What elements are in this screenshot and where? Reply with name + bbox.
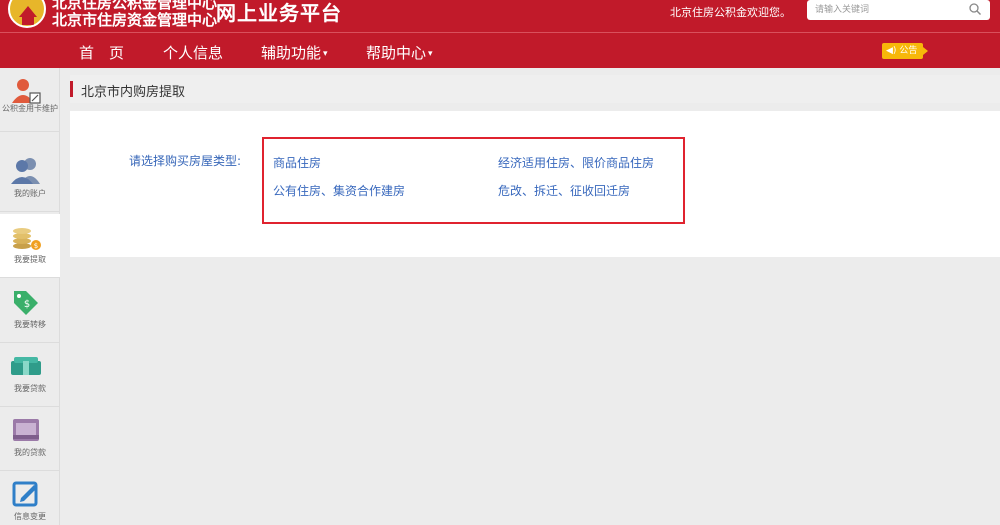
sidebar-label: 我要提取 — [14, 255, 46, 264]
sidebar-label: 我的账户 — [14, 189, 46, 198]
users-icon — [11, 158, 40, 184]
sidebar-label: 公积金用卡维护 — [2, 104, 58, 113]
page-title: 北京市内购房提取 — [81, 85, 186, 100]
speaker-icon: ◀) — [886, 46, 897, 56]
svg-text:$: $ — [34, 242, 38, 250]
option-commercial-housing[interactable]: 商品住房 — [273, 154, 321, 171]
sidebar-item-transfer[interactable]: $ 我要转移 — [0, 279, 60, 343]
platform-title: 网上业务平台 — [216, 1, 342, 25]
search-box — [807, 0, 990, 20]
user-card-edit-icon — [12, 79, 41, 104]
money-tag-icon: $ — [14, 291, 38, 315]
sidebar-label: 我要贷款 — [14, 384, 46, 393]
nav-home-label: 首 页 — [79, 44, 125, 62]
edit-icon — [12, 481, 38, 507]
house-type-panel: 请选择购买房屋类型: 商品住房 经济适用住房、限价商品住房 公有住房、集资合作建… — [70, 111, 1000, 257]
svg-text:$: $ — [24, 299, 30, 310]
chevron-down-icon: ▾ — [428, 48, 433, 59]
option-public-housing[interactable]: 公有住房、集资合作建房 — [273, 182, 405, 199]
top-header: 北京住房公积金管理中心 北京市住房资金管理中心 网上业务平台 北京住房公积金欢迎… — [0, 0, 1000, 32]
nav-help-center[interactable]: 帮助中心 ▾ — [366, 42, 433, 63]
sidebar-label: 我的贷款 — [14, 448, 46, 457]
house-type-options: 商品住房 经济适用住房、限价商品住房 公有住房、集资合作建房 危改、拆迁、征收回… — [262, 137, 685, 224]
notice-button[interactable]: ◀) 公告 — [882, 43, 929, 59]
search-icon[interactable] — [968, 2, 982, 16]
sidebar: 公积金用卡维护 我的账户 $ 我要提取 $ 我要转移 我要贷款 我的贷款 信息变… — [0, 68, 60, 525]
welcome-text: 北京住房公积金欢迎您。 — [670, 6, 791, 19]
option-relocation-housing[interactable]: 危改、拆迁、征收回迁房 — [498, 182, 630, 199]
sidebar-item-apply-loan[interactable]: 我要贷款 — [0, 343, 60, 407]
nav-personal-info[interactable]: 个人信息 — [163, 42, 223, 63]
org-name-line2: 北京市住房资金管理中心 — [52, 11, 218, 29]
option-affordable-housing[interactable]: 经济适用住房、限价商品住房 — [498, 154, 654, 171]
sidebar-label: 我要转移 — [14, 320, 46, 329]
beijing-housing-fund-logo — [8, 0, 46, 28]
breadcrumb: 北京市内购房提取 — [70, 75, 1000, 103]
loan-box-icon — [13, 419, 39, 441]
house-type-label: 请选择购买房屋类型: — [129, 154, 242, 168]
nav-auxiliary[interactable]: 辅助功能 ▾ — [261, 42, 328, 63]
nav-home[interactable]: 首 页 — [79, 42, 124, 63]
nav-auxiliary-label: 辅助功能 — [261, 44, 322, 62]
sidebar-item-card-maintenance[interactable]: 公积金用卡维护 — [0, 68, 60, 132]
search-input[interactable] — [815, 3, 965, 17]
sidebar-item-my-loan[interactable]: 我的贷款 — [0, 407, 60, 471]
breadcrumb-marker — [70, 81, 73, 97]
sidebar-label: 信息变更 — [14, 512, 46, 521]
chevron-down-icon: ▾ — [323, 48, 328, 59]
nav-help-center-label: 帮助中心 — [366, 44, 427, 62]
cash-stack-icon — [11, 357, 41, 375]
notice-label: 公告 — [899, 46, 918, 56]
sidebar-item-info-change[interactable]: 信息变更 — [0, 471, 60, 525]
sidebar-item-my-account[interactable]: 我的账户 — [0, 148, 60, 212]
nav-personal-info-label: 个人信息 — [163, 44, 224, 62]
coins-withdraw-icon: $ — [13, 228, 41, 250]
sidebar-item-withdraw[interactable]: $ 我要提取 — [0, 214, 60, 278]
main-nav: 首 页 个人信息 辅助功能 ▾ 帮助中心 ▾ ◀) 公告 — [0, 32, 1000, 68]
